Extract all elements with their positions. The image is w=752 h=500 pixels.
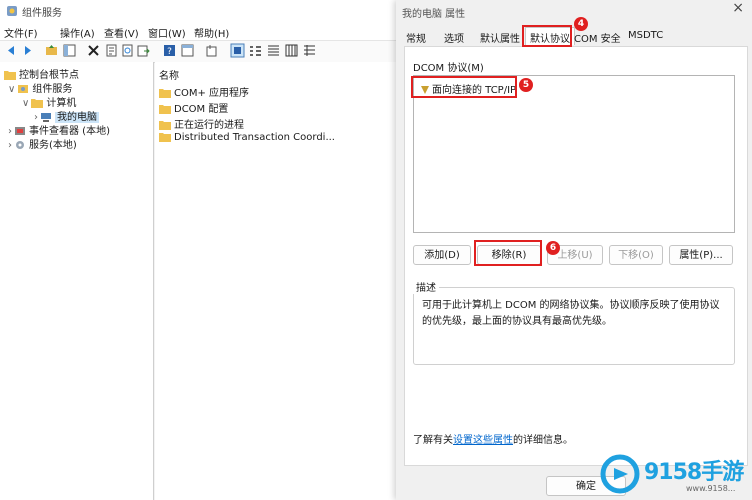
close-icon[interactable]: × [732, 0, 744, 16]
folder-icon [31, 98, 44, 108]
list-item[interactable]: Distributed Transaction Coordi... [159, 132, 335, 143]
refresh-icon[interactable] [120, 43, 135, 58]
back-arrow-icon[interactable] [4, 43, 19, 58]
new-window-icon[interactable] [204, 43, 219, 58]
properties-icon[interactable] [104, 43, 119, 58]
dcom-protocols-label: DCOM 协议(M) [413, 63, 484, 74]
chevron-down-icon[interactable]: ∨ [8, 84, 15, 95]
folder-icon [159, 88, 171, 98]
tree-node-computers[interactable]: ∨ 计算机 [22, 94, 76, 109]
toolbar: ? [0, 40, 398, 63]
list-item[interactable]: 正在运行的进程 [159, 116, 244, 131]
help-icon[interactable]: ? [162, 43, 177, 58]
annotation-box-tab [522, 25, 572, 47]
annotation-box-remove [474, 240, 542, 266]
folder-icon [159, 104, 171, 114]
export-list-icon[interactable] [136, 43, 151, 58]
tab-general[interactable]: 常规 [406, 30, 426, 45]
up-folder-icon[interactable] [44, 43, 59, 58]
watermark-logo-icon [600, 454, 640, 494]
show-tree-icon[interactable] [62, 43, 77, 58]
tab-strip: 常规 选项 默认属性 默认协议 COM 安全 MSDTC [396, 26, 752, 46]
large-icons-view-icon[interactable] [230, 43, 245, 58]
console-tree: 控制台根节点 ∨ 组件服务 ∨ 计算机 › 我的电脑 › 事件查看器 (本地) › 服务(… [0, 62, 154, 500]
list-item[interactable]: COM+ 应用程序 [159, 84, 249, 99]
mmc-title: 组件服务 [22, 8, 62, 19]
tree-node-event-viewer[interactable]: › 事件查看器 (本地) [8, 122, 110, 137]
folder-icon [4, 70, 16, 80]
description-group: 可用于此计算机上 DCOM 的网络协议集。协议顺序反映了使用协议的优先级，最上面… [413, 287, 735, 365]
menu-view[interactable]: 查看(V) [104, 25, 139, 40]
tab-default-properties[interactable]: 默认属性 [480, 30, 520, 45]
delete-icon[interactable] [86, 43, 101, 58]
columns-icon[interactable] [302, 43, 317, 58]
my-computer-properties-dialog: 我的电脑 属性 × 常规 选项 默认属性 默认协议 COM 安全 MSDTC D… [396, 0, 752, 500]
folder-icon [159, 120, 171, 130]
mmc-title-bar: 组件服务 [0, 0, 398, 22]
add-button[interactable]: 添加(D) [413, 245, 471, 265]
tree-node-my-computer[interactable]: › 我的电脑 [34, 108, 99, 123]
tree-node-root[interactable]: 控制台根节点 [4, 66, 79, 81]
dialog-title: 我的电脑 属性 [402, 9, 466, 20]
properties-button[interactable]: 属性(P)... [669, 245, 733, 265]
set-properties-link[interactable]: 设置这些属性 [453, 435, 513, 446]
chevron-down-icon[interactable]: ∨ [22, 98, 29, 109]
console-tree-icon[interactable] [180, 43, 195, 58]
watermark-brand: 9158手游 [644, 460, 744, 485]
help-info-line: 了解有关设置这些属性的详细信息。 [413, 435, 573, 446]
tab-com-security[interactable]: COM 安全 [574, 30, 621, 45]
annotation-badge-6: 6 [546, 241, 560, 255]
move-down-button[interactable]: 下移(O) [609, 245, 663, 265]
folder-icon [159, 132, 171, 142]
menu-file[interactable]: 文件(F) [4, 25, 38, 40]
description-text: 可用于此计算机上 DCOM 的网络协议集。协议顺序反映了使用协议的优先级，最上面… [422, 300, 720, 327]
component-services-icon [6, 5, 18, 17]
tab-options[interactable]: 选项 [444, 30, 464, 45]
tree-node-services[interactable]: › 服务(本地) [8, 136, 77, 151]
list-item[interactable]: DCOM 配置 [159, 100, 228, 115]
menu-window[interactable]: 窗口(W) [148, 25, 186, 40]
component-services-window: 组件服务 文件(F) 操作(A) 查看(V) 窗口(W) 帮助(H) ? 控制台… [0, 0, 398, 500]
list-view-icon[interactable] [266, 43, 281, 58]
gear-icon [14, 140, 26, 150]
tab-msdtc[interactable]: MSDTC [628, 30, 663, 41]
menu-help[interactable]: 帮助(H) [194, 25, 229, 40]
watermark-url: www.9158... [686, 484, 736, 493]
annotation-box-protocol [411, 76, 517, 98]
svg-text:?: ? [167, 47, 172, 57]
description-title: 描述 [413, 279, 439, 294]
computer-icon [40, 112, 52, 122]
annotation-badge-4: 4 [574, 17, 588, 31]
tree-node-component-services[interactable]: ∨ 组件服务 [8, 80, 72, 95]
detail-view-icon[interactable] [284, 43, 299, 58]
watermark: 9158手游 www.9158... [600, 450, 752, 500]
dcom-protocols-list[interactable]: 面向连接的 TCP/IP [413, 75, 735, 233]
menu-action[interactable]: 操作(A) [60, 25, 95, 40]
column-header-name[interactable]: 名称 [159, 67, 179, 82]
chevron-right-icon[interactable]: › [8, 140, 12, 151]
forward-arrow-icon[interactable] [20, 43, 35, 58]
result-pane: 名称 COM+ 应用程序 DCOM 配置 正在运行的进程 Distributed… [155, 62, 398, 500]
component-services-icon [17, 84, 29, 94]
small-icons-view-icon[interactable] [248, 43, 263, 58]
tab-panel: DCOM 协议(M) 面向连接的 TCP/IP 添加(D) 移除(R) 上移(U… [404, 46, 748, 466]
annotation-badge-5: 5 [519, 78, 533, 92]
event-viewer-icon [14, 126, 26, 136]
menu-bar: 文件(F) 操作(A) 查看(V) 窗口(W) 帮助(H) [0, 22, 398, 40]
